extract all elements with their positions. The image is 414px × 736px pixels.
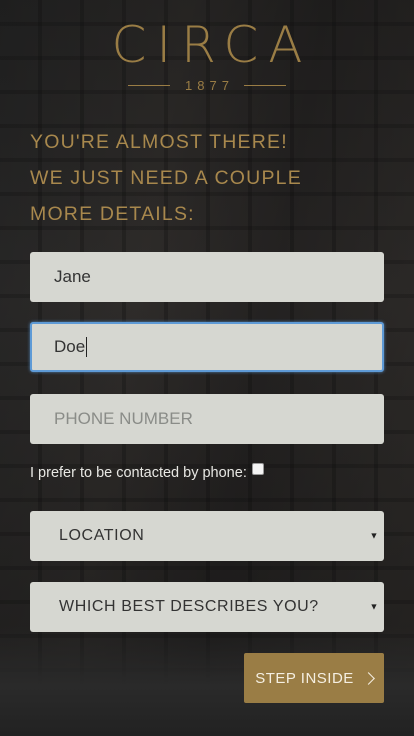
chevron-down-icon: ▼	[369, 601, 379, 612]
signup-page: CIRCA 1877 YOU'RE ALMOST THERE! WE JUST …	[0, 0, 414, 736]
text-cursor	[86, 337, 88, 357]
heading-line-2: WE JUST NEED A COUPLE	[30, 167, 302, 189]
last-name-value: Doe	[54, 337, 86, 356]
heading-line-1: YOU'RE ALMOST THERE!	[30, 131, 288, 153]
describes-you-selected: WHICH BEST DESCRIBES YOU?	[59, 598, 319, 615]
step-inside-button[interactable]: STEP INSIDE	[244, 653, 384, 703]
contact-by-phone-row: I prefer to be contacted by phone:	[30, 463, 264, 481]
brand-year-row: 1877	[0, 78, 414, 93]
contact-by-phone-label: I prefer to be contacted by phone:	[30, 465, 247, 481]
brand-logo: CIRCA 1877	[0, 18, 414, 93]
location-selected: LOCATION	[59, 527, 145, 544]
phone-number-placeholder: PHONE NUMBER	[54, 409, 193, 428]
last-name-field[interactable]: Doe	[30, 322, 384, 372]
heading-line-3: MORE DETAILS:	[30, 203, 195, 225]
chevron-right-icon	[361, 671, 375, 685]
first-name-field[interactable]: Jane	[30, 252, 384, 302]
describes-you-select[interactable]: WHICH BEST DESCRIBES YOU? ▼	[30, 582, 384, 632]
brand-year: 1877	[185, 78, 234, 93]
step-inside-label: STEP INSIDE	[255, 669, 354, 687]
brand-name: CIRCA	[111, 16, 313, 74]
logo-divider-right	[243, 85, 286, 86]
contact-by-phone-checkbox[interactable]	[251, 463, 264, 475]
phone-number-field[interactable]: PHONE NUMBER	[30, 394, 384, 444]
logo-divider-left	[128, 85, 171, 86]
page-heading: YOU'RE ALMOST THERE! WE JUST NEED A COUP…	[30, 124, 390, 232]
first-name-value: Jane	[54, 267, 91, 286]
location-select[interactable]: LOCATION ▼	[30, 511, 384, 561]
chevron-down-icon: ▼	[369, 530, 379, 541]
